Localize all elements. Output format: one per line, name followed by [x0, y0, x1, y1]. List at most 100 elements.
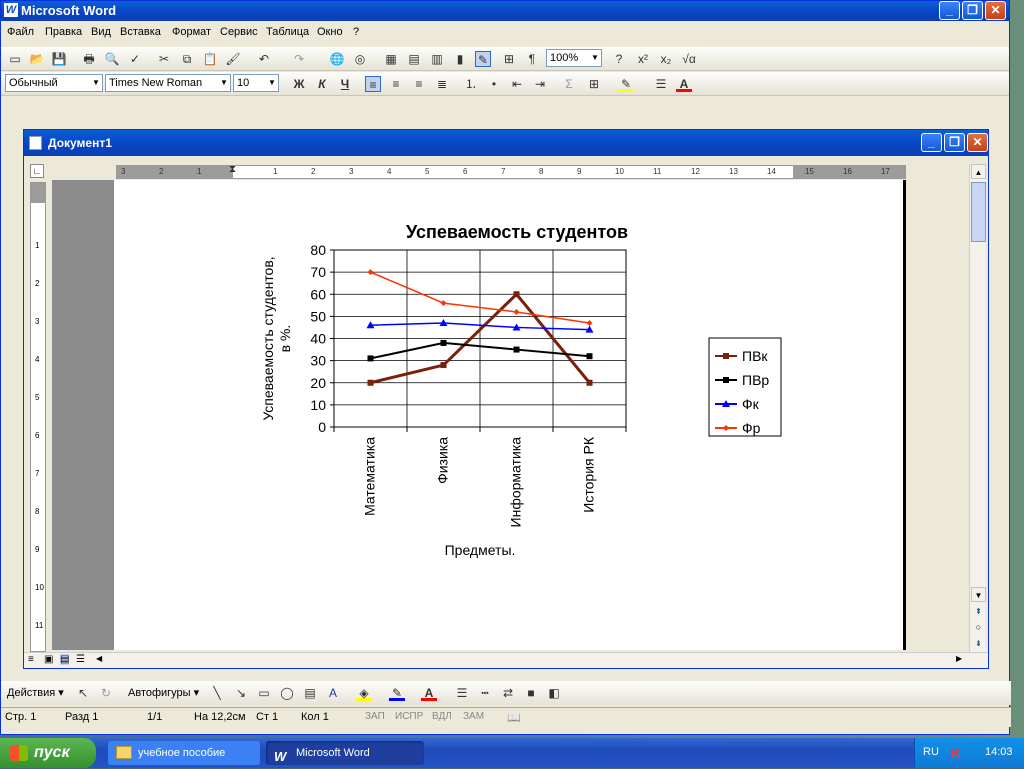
- print-view-icon[interactable]: ▤: [60, 654, 70, 665]
- align-center-icon[interactable]: ≡: [388, 76, 404, 92]
- style-select[interactable]: Обычный ▼: [5, 74, 103, 92]
- horizontal-ruler[interactable]: ⧗ 3 2 1 1 2 3 4 5 6 7 8 9 10 11 12 13 14 15 16 17: [116, 164, 906, 179]
- close-button[interactable]: ✕: [985, 1, 1006, 20]
- web-toolbar-icon[interactable]: ◎: [352, 51, 368, 67]
- print-icon[interactable]: 🖶: [81, 51, 97, 67]
- cut-icon[interactable]: ✂: [156, 51, 172, 67]
- select-browse-object-icon[interactable]: ○: [971, 620, 986, 635]
- vertical-ruler[interactable]: 1 2 3 4 5 6 7 8 9 10 11: [30, 182, 46, 652]
- menu-table[interactable]: Таблица: [266, 26, 309, 38]
- save-icon[interactable]: 💾: [51, 51, 67, 67]
- open-icon[interactable]: 📂: [29, 51, 45, 67]
- start-button[interactable]: пуск: [0, 738, 96, 768]
- dash-style-icon[interactable]: ┅: [477, 685, 493, 701]
- preview-icon[interactable]: 🔍: [104, 51, 120, 67]
- equation-icon[interactable]: √α: [681, 51, 697, 67]
- columns-icon[interactable]: ▮: [452, 51, 468, 67]
- tables-borders-icon[interactable]: ▦: [383, 51, 399, 67]
- font-color-icon[interactable]: A: [676, 76, 692, 92]
- text-box-icon[interactable]: ▤: [302, 685, 318, 701]
- italic-button[interactable]: К: [314, 76, 330, 92]
- new-doc-icon[interactable]: ▭: [7, 51, 23, 67]
- align-left-icon[interactable]: ≡: [365, 76, 381, 92]
- decrease-indent-icon[interactable]: ⇤: [509, 76, 525, 92]
- scroll-thumb[interactable]: [971, 182, 986, 242]
- menu-edit[interactable]: Правка: [45, 26, 82, 38]
- menu-window[interactable]: Окно: [317, 26, 343, 38]
- scroll-down-icon[interactable]: ▼: [971, 587, 986, 602]
- rectangle-icon[interactable]: ▭: [256, 685, 272, 701]
- prev-page-icon[interactable]: ⇞: [971, 604, 986, 619]
- document-map-icon[interactable]: ⊞: [501, 51, 517, 67]
- doc-close-button[interactable]: ✕: [967, 133, 988, 152]
- highlight-icon[interactable]: ✎: [618, 76, 634, 92]
- superscript-icon[interactable]: x²: [635, 51, 651, 67]
- spelling-icon[interactable]: ✓: [127, 51, 143, 67]
- format-painter-icon[interactable]: 🖌: [225, 51, 241, 67]
- bullets-icon[interactable]: •: [486, 76, 502, 92]
- web-view-icon[interactable]: ▣: [44, 654, 53, 665]
- oval-icon[interactable]: ◯: [279, 685, 295, 701]
- menu-tools[interactable]: Сервис: [220, 26, 258, 38]
- doc-minimize-button[interactable]: _: [921, 133, 942, 152]
- arrow-style-icon[interactable]: ⇄: [500, 685, 516, 701]
- scroll-up-icon[interactable]: ▲: [971, 164, 986, 179]
- scroll-left-icon[interactable]: ◀: [96, 654, 102, 663]
- next-page-icon[interactable]: ⇟: [971, 636, 986, 651]
- bold-button[interactable]: Ж: [291, 76, 307, 92]
- justify-icon[interactable]: ≣: [434, 76, 450, 92]
- normal-view-icon[interactable]: ≡: [28, 654, 34, 665]
- status-rec[interactable]: ЗАП: [365, 711, 385, 722]
- scroll-right-icon[interactable]: ▶: [956, 654, 962, 663]
- doc-restore-button[interactable]: ❐: [944, 133, 965, 152]
- menu-file[interactable]: Файл: [7, 26, 34, 38]
- antivirus-icon[interactable]: K: [951, 745, 961, 761]
- numbering-icon[interactable]: ⒈: [463, 76, 479, 92]
- menu-insert[interactable]: Вставка: [120, 26, 161, 38]
- autosum-icon[interactable]: Σ: [561, 76, 577, 92]
- actions-menu[interactable]: Действия ▾: [7, 686, 64, 699]
- menu-view[interactable]: Вид: [91, 26, 111, 38]
- undo-icon[interactable]: ↶: [256, 51, 272, 67]
- increase-indent-icon[interactable]: ⇥: [532, 76, 548, 92]
- borders-icon[interactable]: ⊞: [586, 76, 602, 92]
- hyperlink-icon[interactable]: 🌐: [329, 51, 345, 67]
- menu-help[interactable]: ?: [353, 26, 359, 38]
- app-title-bar[interactable]: W Microsoft Word _ ❐ ✕: [1, 1, 1009, 21]
- horizontal-scrollbar[interactable]: ≡ ▣ ▤ ☰ ◀ ▶: [24, 652, 988, 668]
- subscript-icon[interactable]: x₂: [658, 51, 674, 67]
- copy-icon[interactable]: ⧉: [179, 51, 195, 67]
- indent-marker-icon[interactable]: ⧗: [229, 164, 236, 175]
- help-icon[interactable]: ?: [611, 51, 627, 67]
- arrow-icon[interactable]: ↘: [233, 685, 249, 701]
- line-style-icon[interactable]: ☰: [454, 685, 470, 701]
- restore-button[interactable]: ❐: [962, 1, 983, 20]
- vertical-scrollbar[interactable]: ▲ ▼ ⇞ ○ ⇟: [969, 164, 986, 654]
- drawing-icon[interactable]: ✎: [475, 51, 491, 67]
- insert-excel-icon[interactable]: ▥: [429, 51, 445, 67]
- task-folder[interactable]: учебное пособие: [108, 741, 260, 765]
- menu-format[interactable]: Формат: [172, 26, 211, 38]
- show-hide-icon[interactable]: ¶: [524, 51, 540, 67]
- rotate-icon[interactable]: ↻: [98, 685, 114, 701]
- chart[interactable]: Успеваемость студентов 0 10 20 30 40 50 60 70 80 М…: [114, 180, 906, 650]
- redo-icon[interactable]: ↷: [291, 51, 307, 67]
- font-select[interactable]: Times New Roman ▼: [105, 74, 231, 92]
- status-ext[interactable]: ВДЛ: [432, 711, 452, 722]
- 3d-icon[interactable]: ◧: [546, 685, 562, 701]
- insert-table-icon[interactable]: ▤: [406, 51, 422, 67]
- document-title-bar[interactable]: Документ1 _ ❐ ✕: [24, 130, 988, 156]
- font-size-select[interactable]: 10 ▼: [233, 74, 279, 92]
- autoshapes-menu[interactable]: Автофигуры ▾: [128, 686, 199, 699]
- tab-stop-selector[interactable]: ∟: [30, 164, 44, 178]
- status-ovr[interactable]: ЗАМ: [463, 711, 484, 722]
- document-page[interactable]: Успеваемость студентов 0 10 20 30 40 50 60 70 80 М…: [114, 180, 906, 650]
- draw-font-color-icon[interactable]: A: [421, 685, 437, 701]
- paste-icon[interactable]: 📋: [202, 51, 218, 67]
- select-objects-icon[interactable]: ↖: [75, 685, 91, 701]
- line-spacing-icon[interactable]: ☰: [653, 76, 669, 92]
- status-trk[interactable]: ИСПР: [395, 711, 423, 722]
- wordart-icon[interactable]: A: [325, 685, 341, 701]
- zoom-select[interactable]: 100% ▼: [546, 49, 602, 67]
- minimize-button[interactable]: _: [939, 1, 960, 20]
